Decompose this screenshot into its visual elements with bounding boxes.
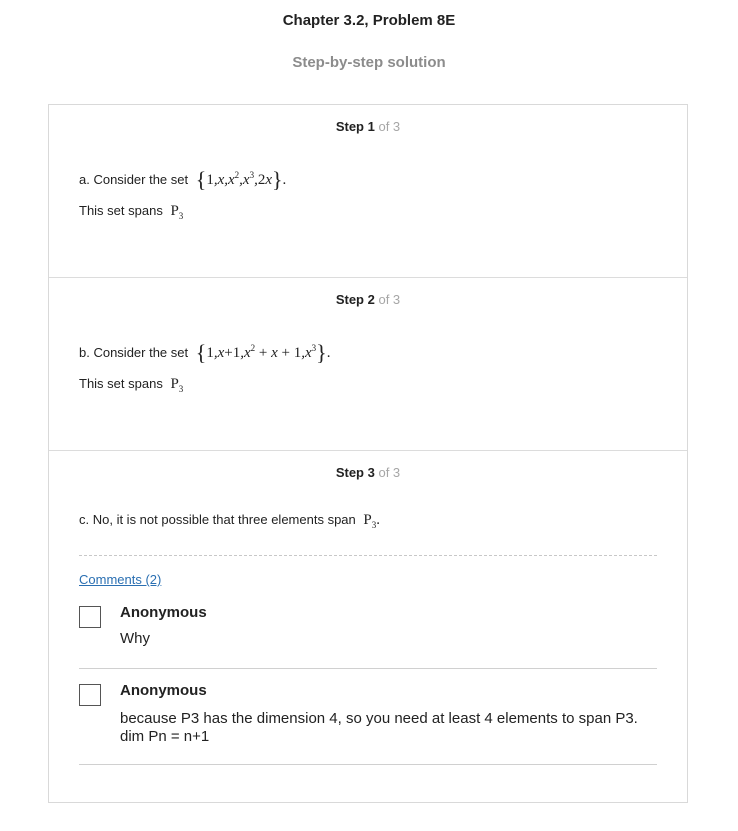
step-1-line-1: a. Consider the set {1,x,x2,x3,2x}. [79, 167, 286, 193]
step-2-label: Step 2 [335, 292, 375, 307]
step-3-label: Step 3 [335, 465, 375, 480]
comment-item: Anonymous because P3 has the dimension 4… [79, 680, 657, 765]
comment-text: Why [120, 630, 150, 647]
comment-text: because P3 has the dimension 4, so you n… [120, 710, 638, 745]
step-3-text-1: c. No, it is not possible that three ele… [79, 512, 356, 527]
step-1-label: Step 1 [335, 119, 375, 134]
comments-link[interactable]: Comments (2) [79, 572, 161, 587]
step-2: Step 2 of 3 b. Consider the set {1,x+1,x… [49, 278, 687, 451]
step-2-of: of 3 [378, 292, 401, 307]
step-1-p3-formula: P3 [170, 203, 184, 221]
comment-author: Anonymous [120, 604, 207, 621]
step-2-set-formula: {1,x+1,x2 + x + 1,x3}. [195, 340, 331, 365]
step-3-line-1: c. No, it is not possible that three ele… [79, 512, 380, 530]
page-subtitle: Step-by-step solution [292, 54, 446, 71]
step-1-text-2: This set spans [79, 203, 163, 218]
comment-author: Anonymous [120, 682, 207, 699]
solution-card: Step 1 of 3 a. Consider the set {1,x,x2,… [48, 104, 688, 803]
step-1-line-2: This set spans P3 [79, 203, 183, 221]
step-1-text-1: a. Consider the set [79, 172, 189, 187]
step-3-p3-formula: P3. [363, 512, 380, 530]
step-2-p3-formula: P3 [170, 376, 184, 394]
step-2-text-1: b. Consider the set [79, 345, 189, 360]
comment-item: Anonymous Why [79, 602, 657, 669]
step-2-line-1: b. Consider the set {1,x+1,x2 + x + 1,x3… [79, 340, 330, 366]
step-1: Step 1 of 3 a. Consider the set {1,x,x2,… [49, 105, 687, 278]
step-1-header: Step 1 of 3 [49, 119, 687, 134]
comment-checkbox[interactable] [79, 684, 101, 706]
step-2-line-2: This set spans P3 [79, 376, 183, 394]
step-1-set-formula: {1,x,x2,x3,2x}. [195, 167, 287, 192]
comment-checkbox[interactable] [79, 606, 101, 628]
step-1-of: of 3 [378, 119, 401, 134]
step-3-header: Step 3 of 3 [49, 465, 687, 480]
step-2-text-2: This set spans [79, 376, 163, 391]
step-3-of: of 3 [378, 465, 401, 480]
comments-divider [79, 555, 657, 556]
step-2-header: Step 2 of 3 [49, 292, 687, 307]
page-title: Chapter 3.2, Problem 8E [282, 12, 456, 29]
